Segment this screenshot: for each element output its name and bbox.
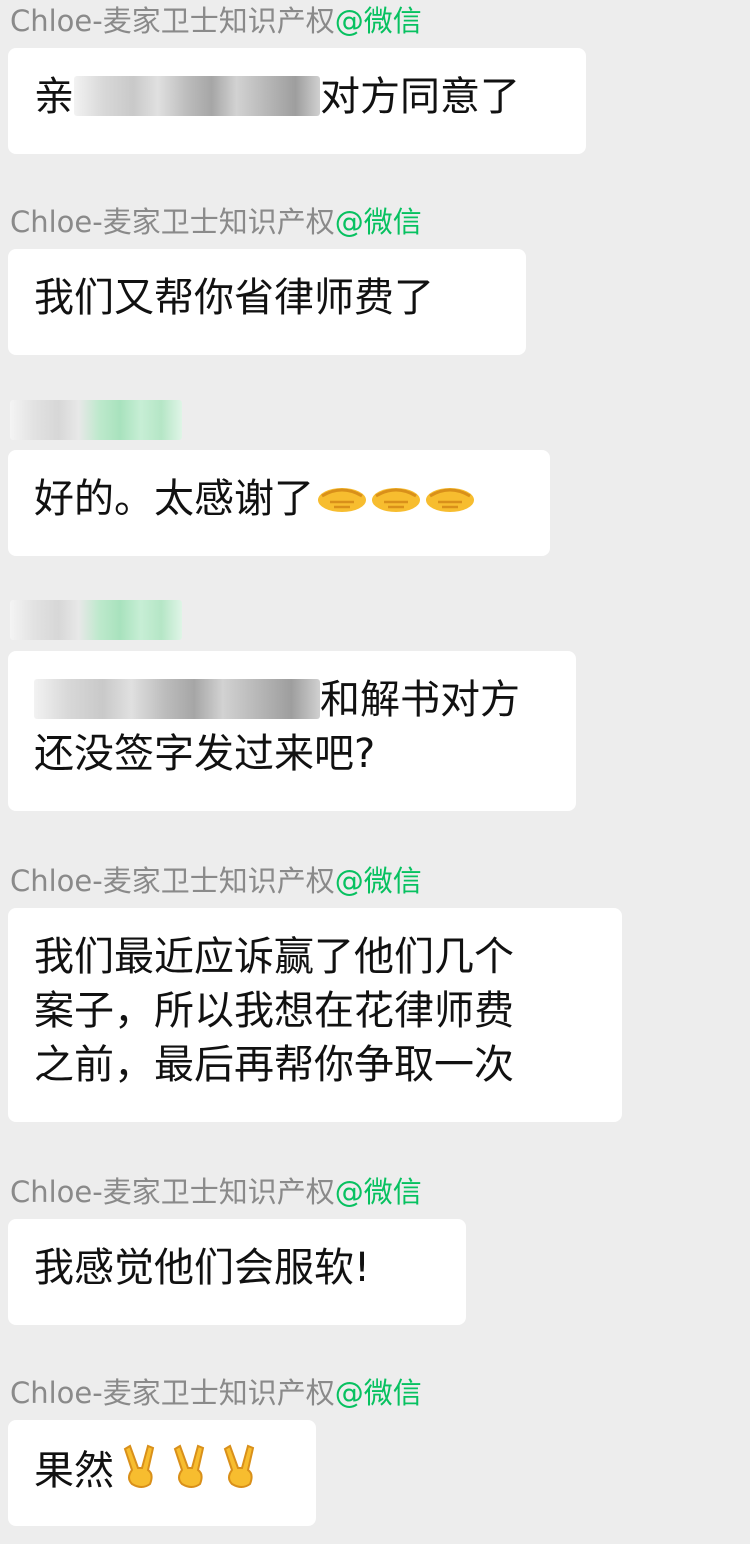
redacted-text [34,679,320,719]
redacted-text [74,76,320,116]
message-bubble[interactable]: 我们最近应诉赢了他们几个 案子，所以我想在花律师费 之前，最后再帮你争取一次 [8,908,622,1122]
sender-name: Chloe-麦家卫士知识产权@微信 [10,1175,422,1209]
sender-name-text: Chloe-麦家卫士知识产权 [10,1175,335,1209]
victory-hand-icon [166,1442,214,1490]
sender-name: Chloe-麦家卫士知识产权@微信 [10,1376,422,1410]
message-bubble[interactable]: 亲 对方同意了 [8,48,586,154]
message-bubble[interactable]: 我们又帮你省律师费了 [8,249,526,355]
wechat-tag: @微信 [334,864,422,898]
chat-area[interactable]: Chloe-麦家卫士知识产权@微信 亲对方同意了 Chloe-麦家卫士知识产权@… [0,0,750,1544]
message-text: 果然 [34,1448,114,1494]
wechat-tag: @微信 [334,1376,422,1410]
wechat-tag: @微信 [334,4,422,38]
message-bubble[interactable]: 好的。太感谢了 [8,450,550,556]
message-text: 和解书对方 [320,677,520,723]
message-text: 对方同意了 [320,74,520,120]
message-text: 之前，最后再帮你争取一次 [34,1042,514,1088]
sender-name: Chloe-麦家卫士知识产权@微信 [10,4,422,38]
message-text: 我感觉他们会服软! [34,1245,371,1291]
message-text: 亲 [34,74,74,120]
sender-name-text: Chloe-麦家卫士知识产权 [10,1376,335,1410]
message-text: 我们又帮你省律师费了 [34,275,434,321]
handshake-icon [370,478,422,518]
sender-name-text: Chloe-麦家卫士知识产权 [10,864,335,898]
sender-name-text: Chloe-麦家卫士知识产权 [10,4,335,38]
wechat-tag: @微信 [334,205,422,239]
message-text: 案子，所以我想在花律师费 [34,988,514,1034]
sender-name: Chloe-麦家卫士知识产权@微信 [10,864,422,898]
message-bubble[interactable]: 和解书对方 还没签字发过来吧? [8,651,576,811]
message-text: 好的。太感谢了 [34,476,314,522]
victory-hand-icon [216,1442,264,1490]
handshake-icon [316,478,368,518]
message-bubble[interactable]: 我感觉他们会服软! [8,1219,466,1325]
message-bubble[interactable]: 果然 [8,1420,316,1526]
message-text: 还没签字发过来吧? [34,731,376,777]
message-line: 和解书对方 [34,673,550,727]
wechat-tag: @微信 [334,1175,422,1209]
sender-name-text: Chloe-麦家卫士知识产权 [10,205,335,239]
message-text: 我们最近应诉赢了他们几个 [34,934,514,980]
handshake-icon [424,478,476,518]
redacted-sender-name [10,400,182,440]
sender-name: Chloe-麦家卫士知识产权@微信 [10,205,422,239]
redacted-sender-name [10,600,182,640]
victory-hand-icon [116,1442,164,1490]
